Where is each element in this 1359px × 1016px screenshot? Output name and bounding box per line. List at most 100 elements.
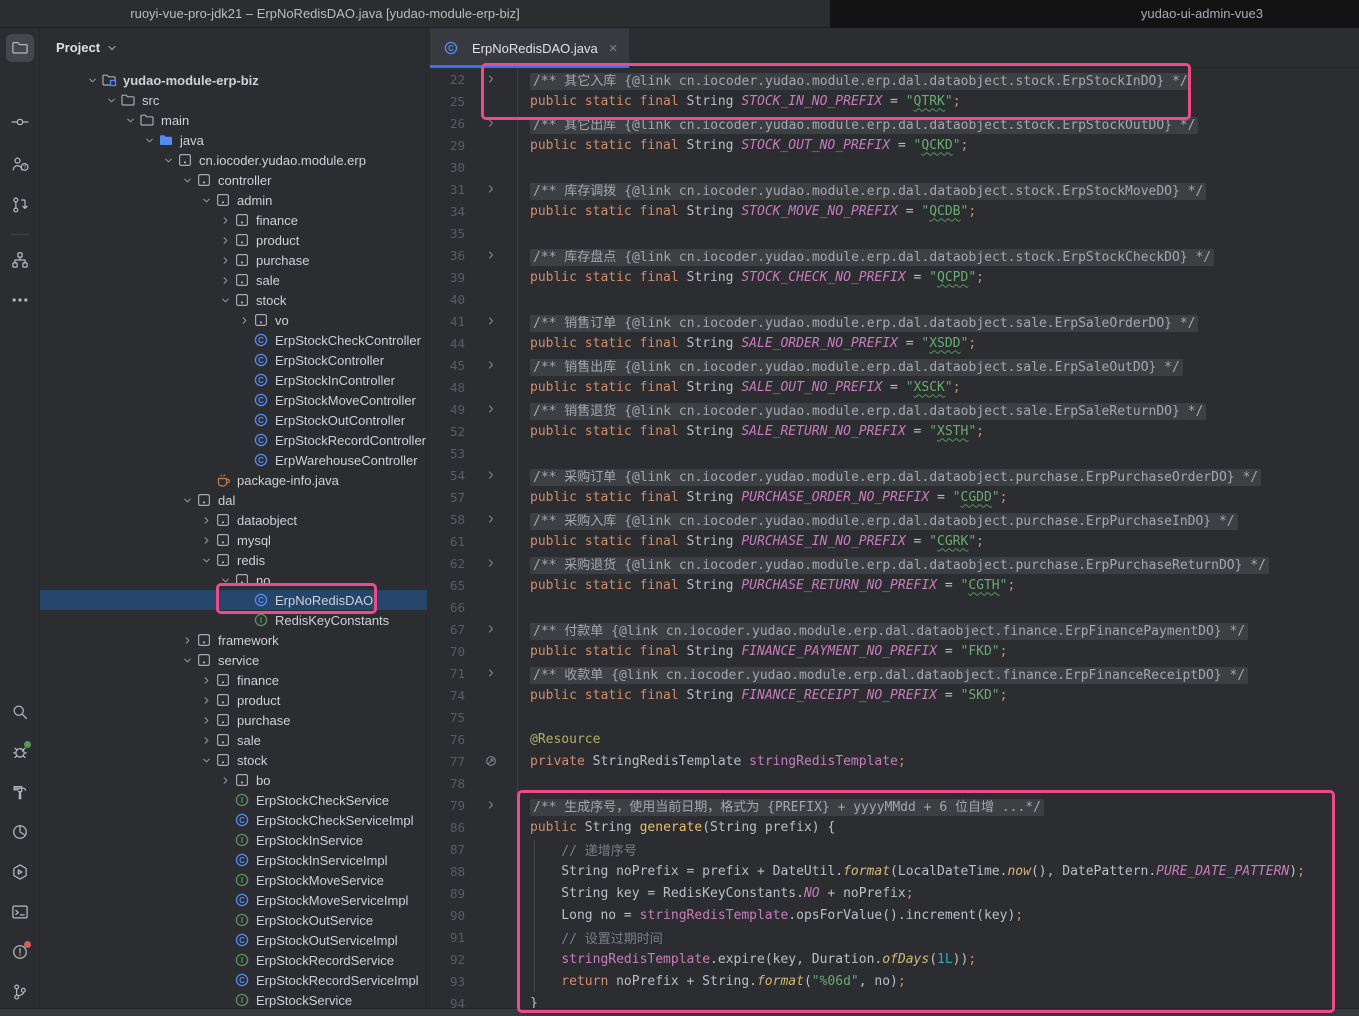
code-line-67[interactable]: 67/** 付款单 {@link cn.iocoder.yudao.module… xyxy=(427,618,1359,640)
line-number[interactable]: 30 xyxy=(427,160,465,175)
tree-item-erpstockoutserviceimpl[interactable]: CErpStockOutServiceImpl xyxy=(40,930,427,950)
fold-chevron-icon[interactable] xyxy=(465,249,517,261)
line-number[interactable]: 26 xyxy=(427,116,465,131)
line-number[interactable]: 86 xyxy=(427,820,465,835)
code-line-61[interactable]: 61public static final String PURCHASE_IN… xyxy=(427,530,1359,552)
chevron-down-icon[interactable] xyxy=(179,652,196,668)
tree-item-erpstockoutservice[interactable]: IErpStockOutService xyxy=(40,910,427,930)
line-number[interactable]: 31 xyxy=(427,182,465,197)
chevron-right-icon[interactable] xyxy=(217,212,234,228)
chevron-down-icon[interactable] xyxy=(84,72,101,88)
folded-doc-comment[interactable]: /** 采购订单 {@link cn.iocoder.yudao.module.… xyxy=(530,469,1261,486)
line-number[interactable]: 45 xyxy=(427,358,465,373)
tree-item-erpstockrecordservice[interactable]: IErpStockRecordService xyxy=(40,950,427,970)
folded-doc-comment[interactable]: /** 收款单 {@link cn.iocoder.yudao.module.e… xyxy=(530,667,1248,684)
line-number[interactable]: 22 xyxy=(427,72,465,87)
pull-request-icon[interactable] xyxy=(6,191,34,219)
tree-item-finance[interactable]: finance xyxy=(40,210,427,230)
line-number[interactable]: 35 xyxy=(427,226,465,241)
tree-item-erpstockservice[interactable]: IErpStockService xyxy=(40,990,427,1010)
code-line-34[interactable]: 34public static final String STOCK_MOVE_… xyxy=(427,200,1359,222)
more-icon[interactable] xyxy=(6,286,34,314)
folded-doc-comment[interactable]: /** 库存调拨 {@link cn.iocoder.yudao.module.… xyxy=(530,183,1206,200)
chevron-right-icon[interactable] xyxy=(217,272,234,288)
tree-item-erpstockcheckcontroller[interactable]: CErpStockCheckController xyxy=(40,330,427,350)
code-line-91[interactable]: 91 // 设置过期时间 xyxy=(427,926,1359,948)
tree-item-admin[interactable]: admin xyxy=(40,190,427,210)
code-line-90[interactable]: 90 Long no = stringRedisTemplate.opsForV… xyxy=(427,904,1359,926)
code-line-58[interactable]: 58/** 采购入库 {@link cn.iocoder.yudao.modul… xyxy=(427,508,1359,530)
tree-item-rediskeyconstants[interactable]: IRedisKeyConstants xyxy=(40,610,427,630)
line-number[interactable]: 91 xyxy=(427,930,465,945)
tree-item-erpstockmoveserviceimpl[interactable]: CErpStockMoveServiceImpl xyxy=(40,890,427,910)
code-line-86[interactable]: 86public String generate(String prefix) … xyxy=(427,816,1359,838)
tree-item-framework[interactable]: framework xyxy=(40,630,427,650)
line-number[interactable]: 44 xyxy=(427,336,465,351)
line-number[interactable]: 77 xyxy=(427,754,465,769)
chevron-down-icon[interactable] xyxy=(103,92,120,108)
chevron-right-icon[interactable] xyxy=(236,312,253,328)
chevron-down-icon[interactable] xyxy=(198,752,215,768)
line-number[interactable]: 93 xyxy=(427,974,465,989)
terminal-icon[interactable] xyxy=(6,898,34,926)
folded-doc-comment[interactable]: /** 生成序号，使用当前日期，格式为 {PREFIX} + yyyyMMdd … xyxy=(530,799,1044,816)
build-hammer-icon[interactable] xyxy=(6,778,34,806)
line-number[interactable]: 29 xyxy=(427,138,465,153)
line-number[interactable]: 74 xyxy=(427,688,465,703)
tree-item-purchase[interactable]: purchase xyxy=(40,710,427,730)
code-line-52[interactable]: 52public static final String SALE_RETURN… xyxy=(427,420,1359,442)
tree-item-mysql[interactable]: mysql xyxy=(40,530,427,550)
code-line-45[interactable]: 45 /** 销售出库 {@link cn.iocoder.yudao.modul… xyxy=(427,354,1359,376)
tree-item-sale[interactable]: sale xyxy=(40,270,427,290)
tree-item-redis[interactable]: redis xyxy=(40,550,427,570)
tree-item-erpnoredisdao[interactable]: CErpNoRedisDAO xyxy=(40,590,427,610)
services-icon[interactable] xyxy=(6,858,34,886)
code-review-icon[interactable]: ? xyxy=(6,150,34,178)
line-number[interactable]: 71 xyxy=(427,666,465,681)
line-number[interactable]: 76 xyxy=(427,732,465,747)
fold-chevron-icon[interactable] xyxy=(465,557,517,569)
folded-doc-comment[interactable]: /** 库存盘点 {@link cn.iocoder.yudao.module.… xyxy=(530,249,1214,266)
code-line-54[interactable]: 54/** 采购订单 {@link cn.iocoder.yudao.modul… xyxy=(427,464,1359,486)
tree-item-erpwarehousecontroller[interactable]: CErpWarehouseController xyxy=(40,450,427,470)
tree-item-dal[interactable]: dal xyxy=(40,490,427,510)
line-number[interactable]: 52 xyxy=(427,424,465,439)
chevron-right-icon[interactable] xyxy=(217,772,234,788)
folded-doc-comment[interactable]: /** 销售出库 {@link cn.iocoder.yudao.module.… xyxy=(530,359,1183,376)
line-number[interactable]: 79 xyxy=(427,798,465,813)
folded-doc-comment[interactable]: /** 付款单 {@link cn.iocoder.yudao.module.e… xyxy=(530,623,1248,640)
tree-item-vo[interactable]: vo xyxy=(40,310,427,330)
tree-item-erpstockcontroller[interactable]: CErpStockController xyxy=(40,350,427,370)
tree-item-erpstockmoveservice[interactable]: IErpStockMoveService xyxy=(40,870,427,890)
line-number[interactable]: 48 xyxy=(427,380,465,395)
line-number[interactable]: 92 xyxy=(427,952,465,967)
tree-item-dataobject[interactable]: dataobject xyxy=(40,510,427,530)
fold-chevron-icon[interactable] xyxy=(465,117,517,129)
line-number[interactable]: 61 xyxy=(427,534,465,549)
line-number[interactable]: 36 xyxy=(427,248,465,263)
commit-icon[interactable] xyxy=(6,108,34,136)
tree-item-erpstockinservice[interactable]: IErpStockInService xyxy=(40,830,427,850)
tree-item-purchase[interactable]: purchase xyxy=(40,250,427,270)
code-line-87[interactable]: 87 // 递增序号 xyxy=(427,838,1359,860)
line-number[interactable]: 58 xyxy=(427,512,465,527)
line-number[interactable]: 87 xyxy=(427,842,465,857)
code-line-36[interactable]: 36 /** 库存盘点 {@link cn.iocoder.yudao.modul… xyxy=(427,244,1359,266)
tab-close-icon[interactable]: × xyxy=(609,40,618,57)
code-line-66[interactable]: 66 xyxy=(427,596,1359,618)
tree-item-erpstockrecordcontroller[interactable]: CErpStockRecordController xyxy=(40,430,427,450)
folded-doc-comment[interactable]: /** 销售订单 {@link cn.iocoder.yudao.module.… xyxy=(530,315,1198,332)
fold-chevron-icon[interactable] xyxy=(465,469,517,481)
search-icon[interactable] xyxy=(6,698,34,726)
tree-item-bo[interactable]: bo xyxy=(40,770,427,790)
line-number[interactable]: 40 xyxy=(427,292,465,307)
code-line-49[interactable]: 49/** 销售退货 {@link cn.iocoder.yudao.modul… xyxy=(427,398,1359,420)
chevron-down-icon[interactable] xyxy=(217,292,234,308)
code-line-57[interactable]: 57public static final String PURCHASE_OR… xyxy=(427,486,1359,508)
tree-item-main[interactable]: main xyxy=(40,110,427,130)
code-line-79[interactable]: 79 /** 生成序号，使用当前日期，格式为 {PREFIX} + yyyyMMd… xyxy=(427,794,1359,816)
tree-item-stock[interactable]: stock xyxy=(40,290,427,310)
code-line-70[interactable]: 70public static final String FINANCE_PAY… xyxy=(427,640,1359,662)
chevron-right-icon[interactable] xyxy=(198,732,215,748)
tree-item-no[interactable]: no xyxy=(40,570,427,590)
